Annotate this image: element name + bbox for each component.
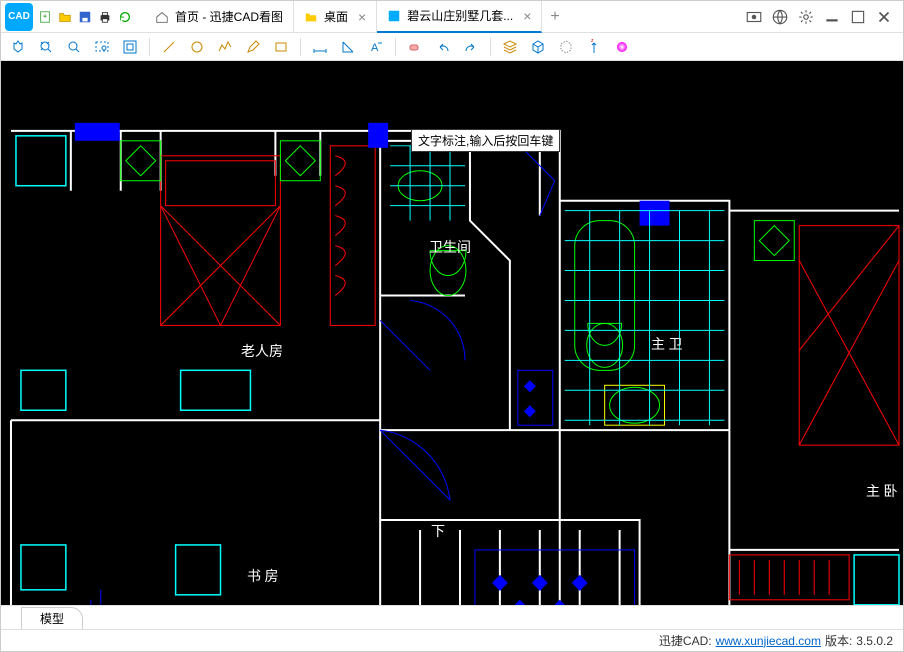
3d-view-tool[interactable] [527,36,549,58]
screenshot-icon[interactable] [745,8,763,26]
maximize-button[interactable] [849,8,867,26]
window-controls [745,8,899,26]
titlebar: CAD 首页 - 迅捷CAD看图 桌面 × 碧云山庄别墅几套... × + [1,1,903,33]
model-tabs: 模型 [1,605,903,629]
tab-home[interactable]: 首页 - 迅捷CAD看图 [145,1,294,33]
tab-label: 碧云山庄别墅几套... [407,7,513,24]
minimize-button[interactable] [823,8,841,26]
app-logo: CAD [5,3,33,31]
tooltip: 文字标注,输入后按回车键 [411,129,560,152]
circle-tool[interactable] [186,36,208,58]
status-prefix: 迅捷CAD: [659,632,712,649]
tabs: 首页 - 迅捷CAD看图 桌面 × 碧云山庄别墅几套... × + [145,1,741,33]
undo-tool[interactable] [432,36,454,58]
label-down: 下 [431,521,445,541]
tab-close-icon[interactable]: × [358,9,366,25]
status-version-label: 版本: [825,632,852,649]
tab-close-icon[interactable]: × [523,8,531,24]
separator [149,38,150,56]
separator [490,38,491,56]
toolbar: A z [1,33,903,61]
edit-tool[interactable] [242,36,264,58]
status-link[interactable]: www.xunjiecad.com [716,634,821,648]
separator [395,38,396,56]
redo-tool[interactable] [460,36,482,58]
wireframe-tool[interactable] [555,36,577,58]
model-tab[interactable]: 模型 [21,607,83,629]
measure-area-tool[interactable] [337,36,359,58]
tab-file[interactable]: 碧云山庄别墅几套... × [377,1,542,33]
pan-tool[interactable] [7,36,29,58]
svg-text:A: A [371,42,379,54]
cad-file-icon [387,9,401,23]
color-tool[interactable] [611,36,633,58]
close-button[interactable] [875,8,893,26]
label-elder-room: 老人房 [241,341,283,361]
polyline-tool[interactable] [214,36,236,58]
measure-distance-tool[interactable] [309,36,331,58]
line-tool[interactable] [158,36,180,58]
label-master-bath: 主 卫 [651,334,683,354]
separator [300,38,301,56]
text-tool[interactable]: A [365,36,387,58]
tab-desktop[interactable]: 桌面 × [294,1,377,33]
open-file-icon[interactable] [57,9,73,25]
zoom-extents-tool[interactable] [35,36,57,58]
drawing-canvas[interactable]: 文字标注,输入后按回车键 [1,61,903,605]
zoom-window-tool[interactable] [91,36,113,58]
print-icon[interactable] [97,9,113,25]
erase-tool[interactable] [404,36,426,58]
zoom-fit-tool[interactable] [119,36,141,58]
folder-icon [304,10,318,24]
layers-tool[interactable] [499,36,521,58]
save-icon[interactable] [77,9,93,25]
label-master-bed: 主 卧 [866,481,898,501]
browser-icon[interactable] [771,8,789,26]
refresh-icon[interactable] [117,9,133,25]
zoom-tool[interactable] [63,36,85,58]
tab-label: 桌面 [324,8,348,25]
settings-icon[interactable] [797,8,815,26]
status-version: 3.5.0.2 [856,634,893,648]
label-bathroom: 卫生间 [429,237,471,257]
tab-add-button[interactable]: + [542,1,567,33]
new-file-icon[interactable] [37,9,53,25]
tab-label: 首页 - 迅捷CAD看图 [175,8,283,25]
statusbar: 迅捷CAD: www.xunjiecad.com 版本: 3.5.0.2 [1,629,903,651]
home-icon [155,10,169,24]
label-study: 书 房 [247,566,279,586]
rectangle-tool[interactable] [270,36,292,58]
axis-tool[interactable]: z [583,36,605,58]
